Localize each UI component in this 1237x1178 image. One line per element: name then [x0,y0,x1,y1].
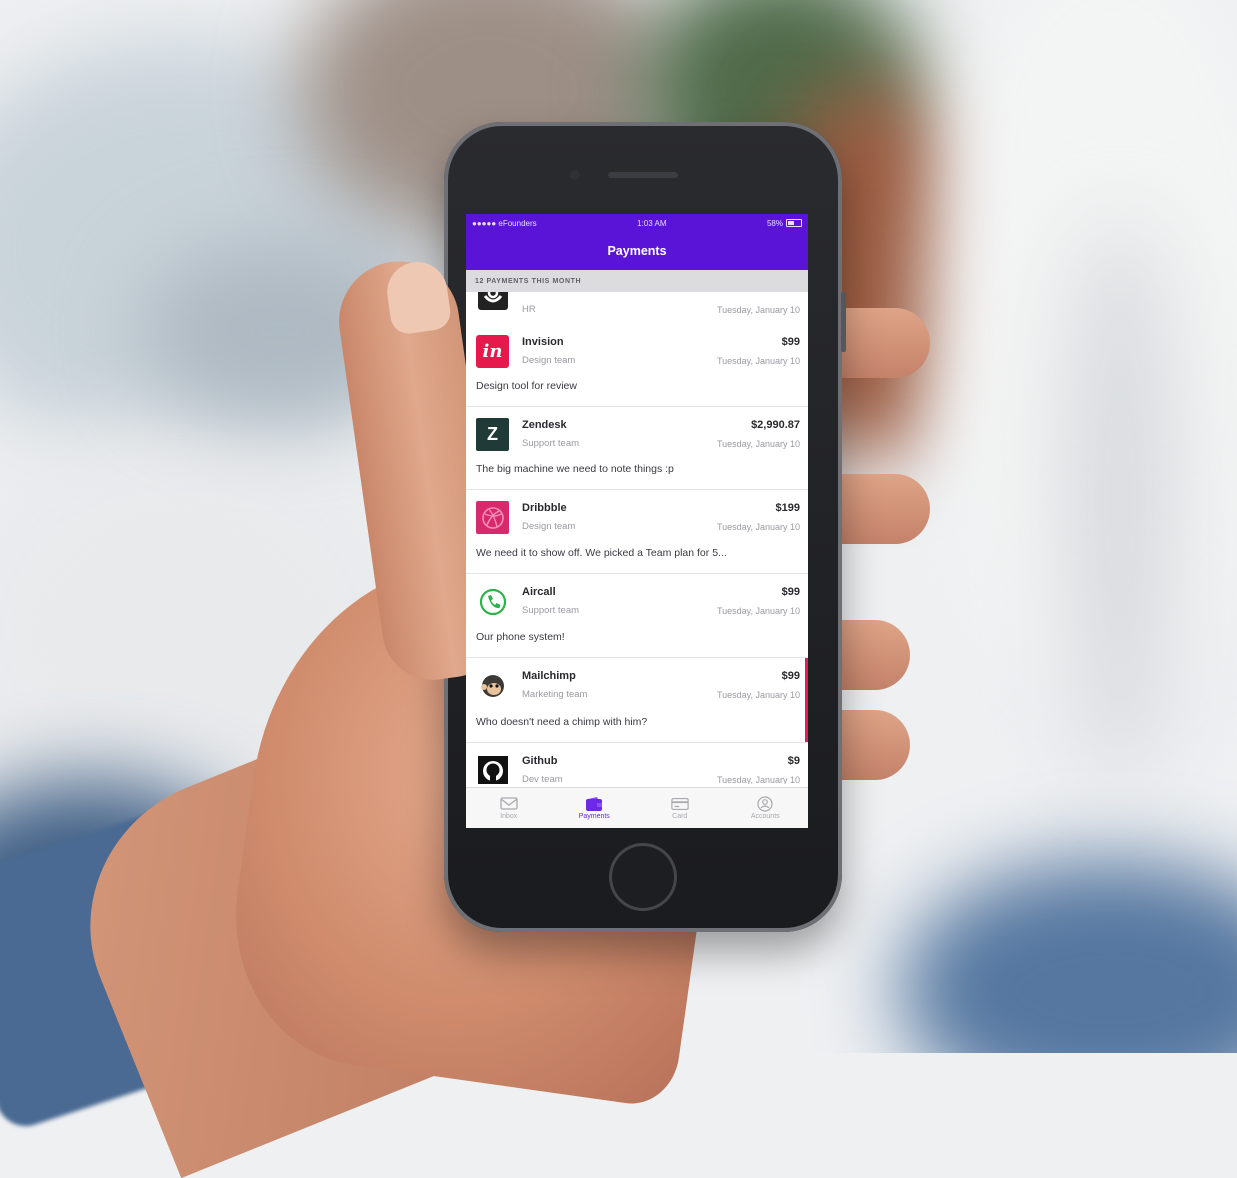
tab-payments[interactable]: Payments [552,788,638,828]
payments-list[interactable]: HR Tuesday, January 10 in Invision Desig… [466,292,808,784]
payment-row[interactable]: Aircall Support team $99 Tuesday, Januar… [466,574,808,658]
tab-label: Accounts [750,812,780,820]
payment-date: Tuesday, January 10 [716,356,800,366]
payment-date: Tuesday, January 10 [716,775,800,784]
payment-amount: $9 [787,755,800,767]
battery-icon [785,219,802,227]
payment-note: Design tool for review [476,380,577,392]
payment-note: We need it to show off. We picked a Team… [476,547,727,559]
payment-date: Tuesday, January 10 [716,522,800,532]
github-icon [476,754,509,784]
payment-team: Design team [522,521,576,532]
payment-row[interactable]: Mailchimp Marketing team $99 Tuesday, Ja… [466,658,808,743]
payment-date: Tuesday, January 10 [716,439,800,449]
payment-row[interactable]: in Invision Design team $99 Tuesday, Jan… [466,324,808,407]
selected-row-indicator [805,658,808,742]
payment-team: Support team [522,605,580,616]
payment-team: Marketing team [522,689,588,700]
aircall-phone-icon [476,585,509,618]
page-title: Payments [607,244,667,258]
payment-row[interactable]: HR Tuesday, January 10 [466,292,808,325]
payment-name: Aircall [522,586,556,598]
payment-date: Tuesday, January 10 [716,606,800,616]
tab-accounts[interactable]: Accounts [723,788,809,828]
clock: 1:03 AM [637,218,667,228]
side-button [841,292,846,352]
payment-name: Github [522,755,558,767]
payment-row[interactable]: Dribbble Design team $199 Tuesday, Janua… [466,490,808,574]
section-header-label: 12 PAYMENTS THIS MONTH [475,277,582,285]
payment-note: The big machine we need to note things :… [476,463,674,475]
payment-amount: $99 [781,670,800,682]
tab-label: Card [672,812,688,820]
payment-note: Our phone system! [476,631,565,643]
payment-team: Design team [522,355,576,366]
payment-note: Who doesn't need a chimp with him? [476,716,648,728]
envelope-icon [500,797,518,811]
payment-name: Zendesk [522,419,567,431]
payment-team: Support team [522,438,580,449]
status-bar: ●●●●● eFounders 1:03 AM 58% [466,214,808,232]
zendesk-logo-text: Z [487,424,498,444]
nav-bar: Payments [466,232,808,270]
zendesk-icon: Z [476,418,509,451]
payment-date: Tuesday, January 10 [716,305,800,315]
payment-amount: $99 [781,586,800,598]
payment-date: Tuesday, January 10 [716,690,800,700]
tab-card[interactable]: Card [637,788,723,828]
payment-name: Dribbble [522,502,567,514]
carrier-label: ●●●●● eFounders [472,218,537,228]
hr-app-icon [476,292,509,311]
wallet-icon [585,796,603,811]
battery-status: 58% [767,219,802,228]
user-icon [756,795,774,812]
tab-label: Inbox [500,812,518,820]
battery-percent: 58% [766,218,783,228]
payment-name: Invision [522,336,564,348]
section-header: 12 PAYMENTS THIS MONTH [466,270,808,292]
tab-inbox[interactable]: Inbox [466,788,552,828]
invision-logo-text: in [482,341,503,362]
phone-screen: ●●●●● eFounders 1:03 AM 58% Payments 12 … [466,214,808,828]
payment-amount: $2,990.87 [751,419,800,431]
payment-team: Dev team [522,774,563,784]
tab-label: Payments [578,812,610,820]
payment-row[interactable]: Z Zendesk Support team $2,990.87 Tuesday… [466,407,808,490]
mailchimp-icon [476,669,509,702]
payment-amount: $99 [781,336,800,348]
invision-icon: in [476,335,509,368]
home-button[interactable] [612,846,674,908]
payment-name: Mailchimp [522,670,576,682]
front-camera [570,170,580,180]
tab-bar: Inbox Payments Card Accounts [466,787,808,828]
payment-amount: $199 [775,502,800,514]
dribbble-icon [476,501,509,534]
credit-card-icon [671,797,689,811]
payment-team: HR [522,304,536,315]
payment-row[interactable]: Github Dev team $9 Tuesday, January 10 [466,743,808,784]
earpiece-speaker [608,172,678,178]
